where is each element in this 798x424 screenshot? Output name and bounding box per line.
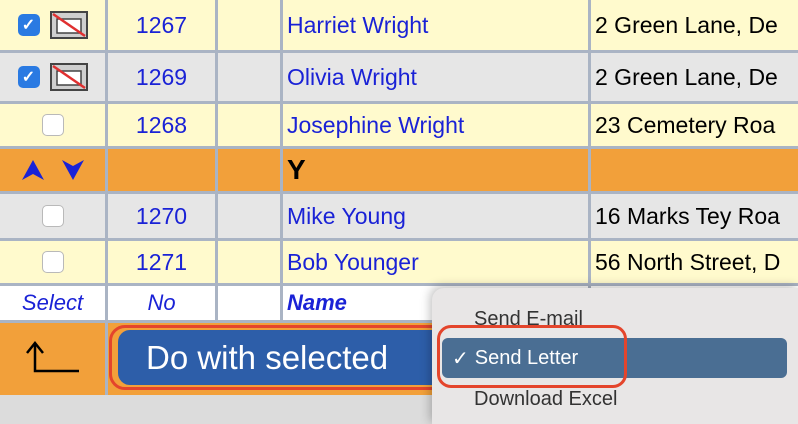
address-text: 2 Green Lane, De <box>595 63 778 90</box>
contact-name-link[interactable]: Mike Young <box>287 203 406 230</box>
address-text: 23 Cemetery Roa <box>595 111 776 138</box>
mail-crossed-icon <box>49 11 88 39</box>
record-number[interactable]: 1268 <box>136 112 187 139</box>
contact-name-link[interactable]: Josephine Wright <box>287 112 464 139</box>
up-arrow-icon[interactable] <box>20 158 46 182</box>
table-row[interactable]: 1268 Josephine Wright 23 Cemetery Roa <box>0 104 798 146</box>
table-row[interactable]: 1271 Bob Younger 56 North Street, D <box>0 241 798 283</box>
table-row[interactable]: ✓ 1267 Harriet Wright 2 Green Lane, De <box>0 0 798 50</box>
address-text: 56 North Street, D <box>595 248 781 275</box>
record-number[interactable]: 1267 <box>136 12 187 39</box>
row-checkbox[interactable] <box>41 205 64 227</box>
address-text: 2 Green Lane, De <box>595 11 778 38</box>
row-checkbox[interactable]: ✓ <box>17 66 40 88</box>
menu-item-download-excel[interactable]: Download Excel <box>474 388 617 411</box>
table-row[interactable]: 1270 Mike Young 16 Marks Tey Roa <box>0 194 798 238</box>
mail-crossed-icon <box>49 63 88 91</box>
record-number[interactable]: 1271 <box>136 249 187 276</box>
row-checkbox[interactable]: ✓ <box>17 14 40 36</box>
contact-name-link[interactable]: Bob Younger <box>287 249 419 276</box>
name-header[interactable]: Name <box>287 290 347 316</box>
row-checkbox[interactable] <box>41 251 64 273</box>
letter-group-row: Y <box>0 149 798 191</box>
contact-name-link[interactable]: Olivia Wright <box>287 64 417 91</box>
address-text: 16 Marks Tey Roa <box>595 202 780 229</box>
group-letter: Y <box>287 154 306 185</box>
row-checkbox[interactable] <box>41 114 64 136</box>
contact-name-link[interactable]: Harriet Wright <box>287 12 428 39</box>
return-cell <box>0 323 108 395</box>
record-number[interactable]: 1269 <box>136 64 187 91</box>
table-row[interactable]: ✓ 1269 Olivia Wright 2 Green Lane, De <box>0 53 798 101</box>
highlight-ring <box>437 325 627 388</box>
highlight-ring <box>109 325 469 390</box>
no-header[interactable]: No <box>147 290 175 316</box>
down-arrow-icon[interactable] <box>60 158 86 182</box>
record-number[interactable]: 1270 <box>136 203 187 230</box>
return-arrow-icon <box>25 340 79 373</box>
select-cell: ✓ <box>0 0 108 50</box>
select-header[interactable]: Select <box>22 290 83 316</box>
